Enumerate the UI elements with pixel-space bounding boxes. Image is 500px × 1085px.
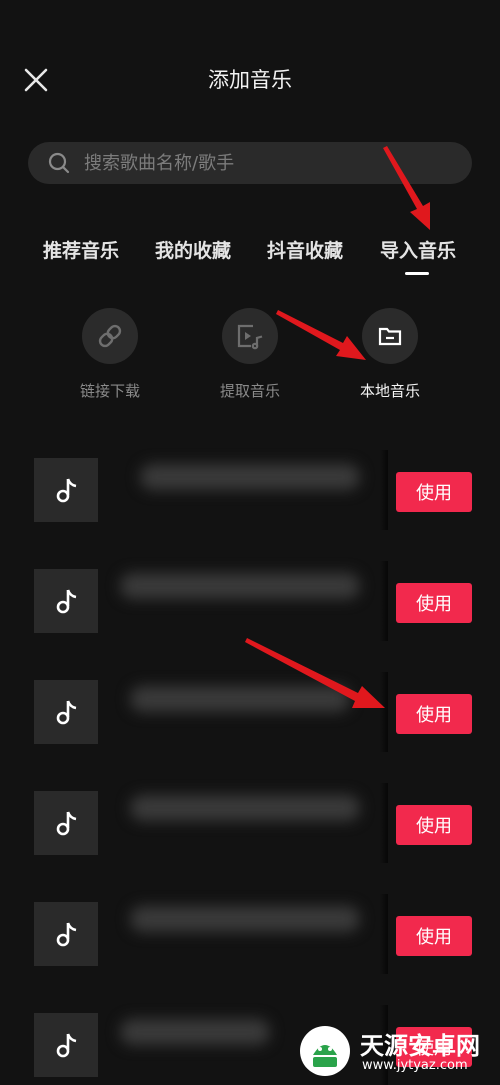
video-music-icon xyxy=(222,308,278,364)
row-divider xyxy=(380,783,388,863)
tab-recommended[interactable]: 推荐音乐 xyxy=(43,236,119,263)
blurred-song-title xyxy=(130,906,360,932)
music-note-icon xyxy=(34,680,98,744)
music-note-icon xyxy=(34,902,98,966)
blurred-song-title xyxy=(140,464,360,490)
row-divider xyxy=(380,672,388,752)
song-row[interactable]: 使用 xyxy=(0,783,500,863)
watermark-logo: 天源安卓网 www.jytyaz.com xyxy=(300,1020,500,1084)
extract-music-label: 提取音乐 xyxy=(219,382,280,400)
row-divider xyxy=(380,561,388,641)
use-button[interactable]: 使用 xyxy=(396,472,472,512)
song-row[interactable]: 使用 xyxy=(0,561,500,641)
tab-douyin-favorites[interactable]: 抖音收藏 xyxy=(267,236,343,263)
watermark-url: www.jytyaz.com xyxy=(362,1058,468,1073)
tab-favorites[interactable]: 我的收藏 xyxy=(155,236,231,263)
use-button[interactable]: 使用 xyxy=(396,916,472,956)
tab-active-indicator xyxy=(405,272,429,275)
link-download-button[interactable]: 链接下载 xyxy=(50,308,170,401)
local-music-button[interactable]: 本地音乐 xyxy=(330,308,450,401)
use-button[interactable]: 使用 xyxy=(396,583,472,623)
link-download-label: 链接下载 xyxy=(79,382,140,400)
blurred-song-title xyxy=(130,795,360,821)
tab-import-music[interactable]: 导入音乐 xyxy=(380,236,456,263)
header: 添加音乐 xyxy=(0,0,500,160)
row-divider xyxy=(380,894,388,974)
blurred-song-title xyxy=(120,1019,270,1045)
blurred-song-title xyxy=(130,686,350,712)
music-note-icon xyxy=(34,791,98,855)
row-divider xyxy=(380,450,388,530)
android-logo-icon xyxy=(300,1026,350,1076)
use-button[interactable]: 使用 xyxy=(396,805,472,845)
search-bar[interactable] xyxy=(28,142,472,184)
watermark-title: 天源安卓网 xyxy=(360,1032,480,1060)
song-row[interactable]: 使用 xyxy=(0,894,500,974)
song-row[interactable]: 使用 xyxy=(0,672,500,752)
music-note-icon xyxy=(34,569,98,633)
search-icon xyxy=(48,152,70,174)
link-icon xyxy=(82,308,138,364)
import-options: 链接下载 提取音乐 本地音乐 xyxy=(0,308,500,408)
search-input[interactable] xyxy=(82,151,446,175)
song-row[interactable]: 使用 xyxy=(0,450,500,530)
blurred-song-title xyxy=(120,573,360,599)
extract-music-button[interactable]: 提取音乐 xyxy=(190,308,310,401)
music-note-icon xyxy=(34,458,98,522)
folder-icon xyxy=(362,308,418,364)
music-note-icon xyxy=(34,1013,98,1077)
page-title: 添加音乐 xyxy=(208,68,292,92)
use-button[interactable]: 使用 xyxy=(396,694,472,734)
local-music-label: 本地音乐 xyxy=(359,382,420,400)
